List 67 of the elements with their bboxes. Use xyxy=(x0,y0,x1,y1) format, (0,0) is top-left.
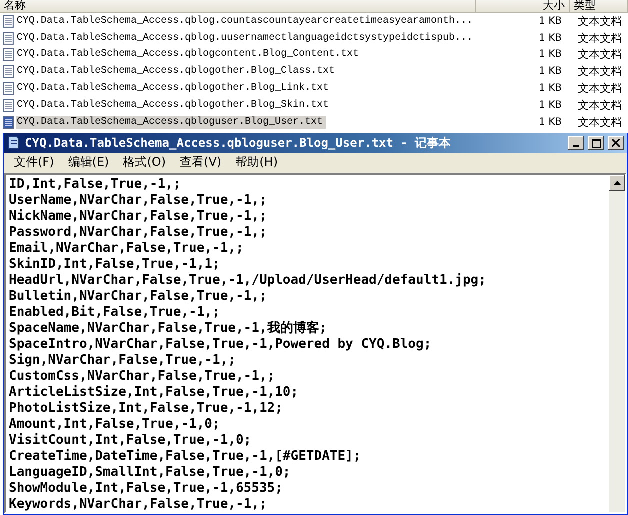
text-line: Password,NVarChar,False,True,-1,; xyxy=(9,225,268,241)
text-line: Keywords,NVarChar,False,True,-1,; xyxy=(9,497,268,512)
file-name[interactable]: CYQ.Data.TableSchema_Access.qblogother.Blog_Link.txt xyxy=(16,82,332,96)
text-file-icon xyxy=(3,98,14,112)
close-icon xyxy=(612,139,620,147)
text-line: Enabled,Bit,False,True,-1,; xyxy=(9,305,222,321)
file-name[interactable]: CYQ.Data.TableSchema_Access.qbloguser.Blog_User.txt xyxy=(16,116,326,129)
menu-item[interactable]: 格式(O) xyxy=(117,154,172,170)
file-size: 1 KB xyxy=(538,83,563,94)
scroll-up-button[interactable] xyxy=(609,175,625,191)
text-line: LanguageID,SmallInt,False,True,-1,0; xyxy=(9,465,292,481)
up-arrow-icon xyxy=(614,181,620,185)
file-type: 文本文档 xyxy=(577,114,623,130)
file-type: 文本文档 xyxy=(577,47,623,62)
text-line: ID,Int,False,True,-1,; xyxy=(9,177,182,193)
file-size: 1 KB xyxy=(538,16,563,27)
menu-item[interactable]: 帮助(H) xyxy=(230,154,284,170)
file-type: 文本文档 xyxy=(577,14,623,29)
file-name[interactable]: CYQ.Data.TableSchema_Access.qblogother.Blog_Class.txt xyxy=(16,65,338,78)
window-title: CYQ.Data.TableSchema_Access.qbloguser.Blog_User.txt - 记事本 xyxy=(25,134,452,152)
text-line: SpaceName,NVarChar,False,True,-1,我的博客; xyxy=(9,321,328,337)
file-type: 文本文档 xyxy=(577,64,623,80)
close-button[interactable] xyxy=(608,136,624,150)
menu-item[interactable]: 查看(V) xyxy=(174,154,228,170)
file-size: 1 KB xyxy=(538,66,563,78)
file-name[interactable]: CYQ.Data.TableSchema_Access.qblog.uusernamectlanguageidctsystypeidctispub... xyxy=(16,32,476,45)
file-size: 1 KB xyxy=(538,32,563,44)
text-line: ShowModule,Int,False,True,-1,65535; xyxy=(9,481,284,497)
file-size: 1 KB xyxy=(538,100,563,111)
text-file-icon xyxy=(3,82,14,96)
text-line: UserName,NVarChar,False,True,-1,; xyxy=(9,193,268,209)
file-type: 文本文档 xyxy=(577,81,623,96)
text-line: ArticleListSize,Int,False,True,-1,10; xyxy=(9,385,300,401)
text-line: Amount,Int,False,True,-1,0; xyxy=(9,417,222,433)
vertical-scrollbar[interactable] xyxy=(609,175,625,512)
text-line: SpaceIntro,NVarChar,False,True,-1,Powered by CYQ.Blog; xyxy=(9,337,433,353)
text-line: Sign,NVarChar,False,True,-1,; xyxy=(9,353,237,369)
text-line: PhotoListSize,Int,False,True,-1,12; xyxy=(9,401,284,417)
maximize-button[interactable] xyxy=(588,136,604,150)
file-type: 文本文档 xyxy=(577,98,623,113)
file-size: 1 KB xyxy=(538,116,563,128)
text-file-icon xyxy=(3,14,14,28)
text-line: NickName,NVarChar,False,True,-1,; xyxy=(9,209,268,225)
text-line: VisitCount,Int,False,True,-1,0; xyxy=(9,433,253,449)
column-header[interactable]: 名称 xyxy=(0,0,476,13)
file-name[interactable]: CYQ.Data.TableSchema_Access.qblog.countascountayearcreatetimeasyearamonth... xyxy=(16,14,476,28)
maximize-icon xyxy=(592,138,600,148)
text-file-icon xyxy=(3,48,14,62)
text-file-icon xyxy=(3,116,14,129)
file-name[interactable]: CYQ.Data.TableSchema_Access.qblogother.Blog_Skin.txt xyxy=(16,98,332,112)
notepad-icon xyxy=(7,136,21,150)
text-file-icon xyxy=(3,32,14,45)
text-line: CreateTime,DateTime,False,True,-1,[#GETDATE]; xyxy=(9,449,362,465)
file-name[interactable]: CYQ.Data.TableSchema_Access.qblogcontent.Blog_Content.txt xyxy=(16,48,362,62)
text-line: CustomCss,NVarChar,False,True,-1,; xyxy=(9,369,276,385)
text-line: Email,NVarChar,False,True,-1,; xyxy=(9,241,245,257)
text-line: HeadUrl,NVarChar,False,True,-1,/Upload/UserHead/default1.jpg; xyxy=(9,273,488,289)
text-line: SkinID,Int,False,True,-1,1; xyxy=(9,257,222,273)
text-file-icon xyxy=(3,65,14,78)
column-header[interactable]: 类型 xyxy=(570,0,628,13)
menu-item[interactable]: 文件(F) xyxy=(8,154,60,170)
menu-item[interactable]: 编辑(E) xyxy=(62,154,116,170)
file-size: 1 KB xyxy=(538,49,563,60)
text-line: Bulletin,NVarChar,False,True,-1,; xyxy=(9,289,268,305)
minimize-button[interactable] xyxy=(568,136,584,150)
column-header[interactable]: 大小 xyxy=(476,0,570,13)
file-type: 文本文档 xyxy=(577,30,623,46)
